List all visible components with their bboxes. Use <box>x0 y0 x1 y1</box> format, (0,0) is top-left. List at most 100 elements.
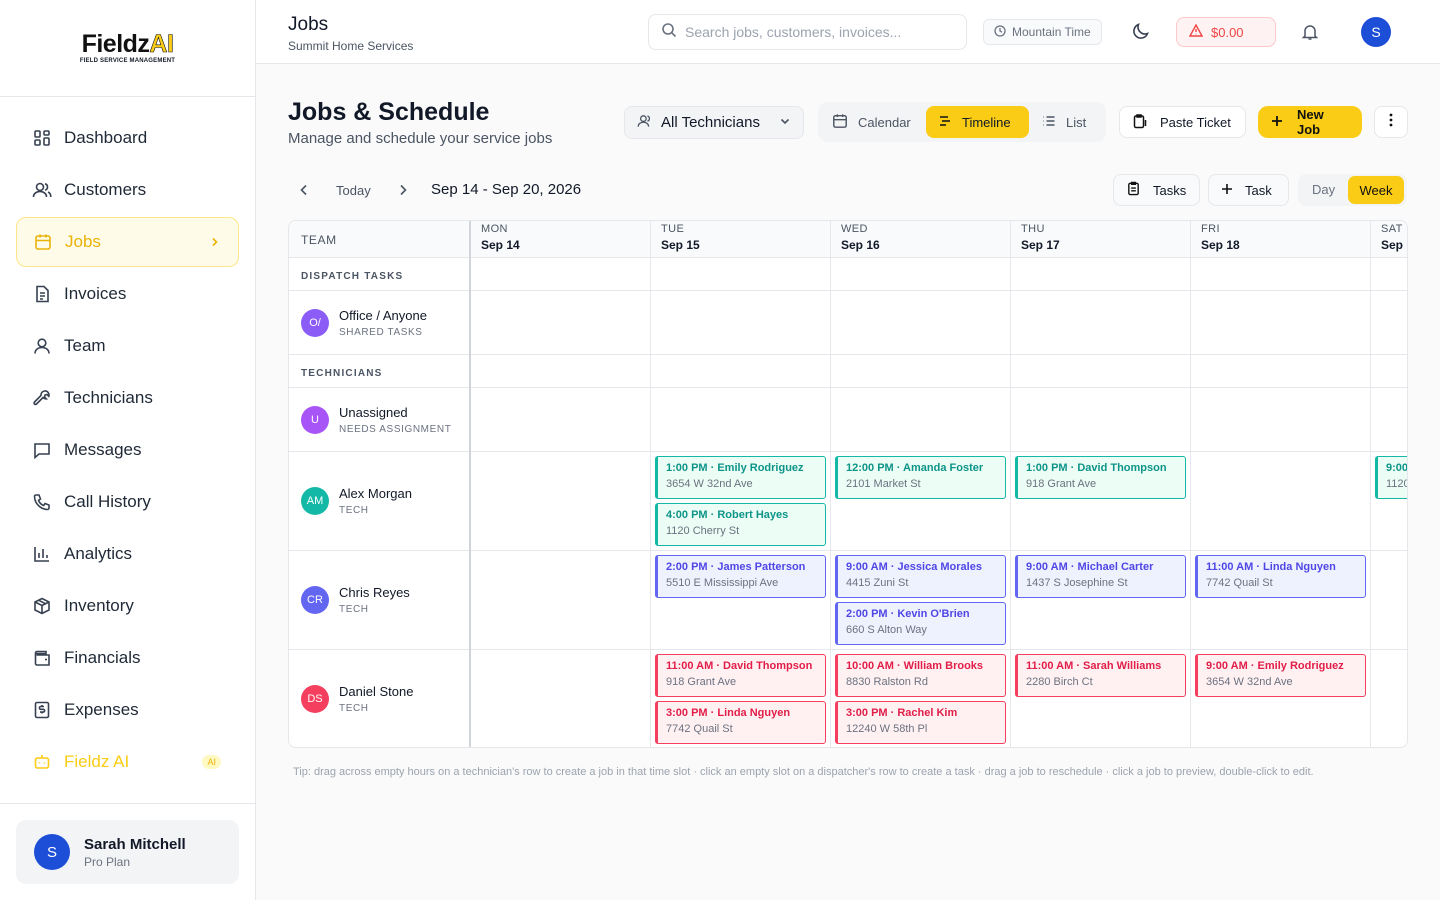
technician-filter-value: All Technicians <box>661 114 760 131</box>
tab-list[interactable]: List <box>1030 106 1098 138</box>
sidebar-item-inventory[interactable]: Inventory <box>16 581 239 631</box>
day-header-tue: TUE Sep 15 <box>661 223 700 252</box>
paste-ticket-button[interactable]: Paste Ticket <box>1119 106 1246 138</box>
row-name: Office / Anyone <box>339 308 427 323</box>
bell-icon[interactable] <box>1301 23 1319 46</box>
job-card[interactable]: 3:00 PM · Linda Nguyen 7742 Quail St <box>655 701 826 744</box>
row-name: Alex Morgan <box>339 486 412 501</box>
search-box[interactable] <box>648 14 967 50</box>
avatar[interactable]: S <box>1361 17 1391 47</box>
job-card[interactable]: 1:00 PM · David Thompson 918 Grant Ave <box>1015 456 1186 499</box>
sidebar-item-label: Customers <box>64 180 147 199</box>
job-card[interactable]: 11:00 AM · David Thompson 918 Grant Ave <box>655 654 826 697</box>
job-address: 2101 Market St <box>846 478 921 490</box>
technicians-section: TECHNICIANS <box>289 355 1407 388</box>
logo-text: Fieldz <box>81 30 150 58</box>
sidebar-item-dashboard[interactable]: Dashboard <box>16 113 239 163</box>
sidebar-item-financials[interactable]: Financials <box>16 633 239 683</box>
technician-filter-select[interactable]: All Technicians <box>624 106 804 139</box>
new-job-button[interactable]: New Job <box>1258 106 1362 138</box>
sidebar-item-technicians[interactable]: Technicians <box>16 373 239 423</box>
job-card[interactable]: 11:00 AM · Linda Nguyen 7742 Quail St <box>1195 555 1366 598</box>
balance-alert-button[interactable]: $0.00 <box>1176 17 1276 47</box>
sidebar-item-label: Fieldz AI <box>64 752 130 771</box>
day-date: Sep 19 <box>1381 238 1407 252</box>
job-card[interactable]: 9:00 AM · Michael Carter 1437 S Josephin… <box>1015 555 1186 598</box>
sidebar-item-jobs[interactable]: Jobs <box>16 217 239 267</box>
day-date: Sep 14 <box>481 238 520 252</box>
day-header-mon: MON Sep 14 <box>481 223 520 252</box>
dispatch-row[interactable]: O/ Office / Anyone SHARED TASKS <box>289 291 1407 355</box>
box-icon <box>32 596 52 616</box>
avatar: O/ <box>301 309 329 337</box>
calendar-icon <box>33 232 53 252</box>
chevron-left-icon[interactable] <box>297 182 311 203</box>
day-of-week: FRI <box>1201 223 1220 235</box>
job-address: 1120 <box>1386 478 1408 490</box>
sidebar-divider <box>0 803 256 804</box>
sidebar-item-invoices[interactable]: Invoices <box>16 269 239 319</box>
sidebar-item-analytics[interactable]: Analytics <box>16 529 239 579</box>
job-card[interactable]: 4:00 PM · Robert Hayes 1120 Cherry St <box>655 503 826 546</box>
job-card[interactable]: 12:00 PM · Amanda Foster 2101 Market St <box>835 456 1006 499</box>
job-title: 3:00 PM · Rachel Kim <box>846 707 958 719</box>
dashboard-icon <box>32 128 52 148</box>
top-bar: Jobs Summit Home Services Mountain Time … <box>256 0 1440 64</box>
logo-ai-text: AI <box>149 30 174 58</box>
unassigned-row[interactable]: U Unassigned NEEDS ASSIGNMENT <box>289 388 1407 452</box>
job-address: 3654 W 32nd Ave <box>666 478 753 490</box>
job-card[interactable]: 9:00 AM · Emily Rodriguez 3654 W 32nd Av… <box>1195 654 1366 697</box>
user-name: Sarah Mitchell <box>84 835 186 853</box>
job-address: 1120 Cherry St <box>666 525 740 537</box>
chevron-right-icon <box>210 232 220 252</box>
row-label: DS Daniel Stone TECH <box>301 684 413 714</box>
message-icon <box>32 440 52 460</box>
plus-icon <box>1221 183 1233 198</box>
avatar: U <box>301 406 329 434</box>
sidebar-item-label: Inventory <box>64 596 134 615</box>
sidebar-item-team[interactable]: Team <box>16 321 239 371</box>
timezone-badge[interactable]: Mountain Time <box>983 19 1102 45</box>
tab-day[interactable]: Day <box>1312 182 1335 197</box>
job-address: 5510 E Mississippi Ave <box>666 577 779 589</box>
logo[interactable]: FieldzAI FIELD SERVICE MANAGEMENT <box>0 0 255 97</box>
search-icon <box>661 22 677 43</box>
sidebar-item-label: Financials <box>64 648 141 667</box>
sidebar-item-call-history[interactable]: Call History <box>16 477 239 527</box>
more-options-button[interactable] <box>1374 106 1408 138</box>
sidebar-item-messages[interactable]: Messages <box>16 425 239 475</box>
job-card[interactable]: 2:00 PM · Kevin O'Brien 660 S Alton Way <box>835 602 1006 645</box>
user-profile-card[interactable]: S Sarah Mitchell Pro Plan <box>16 820 239 884</box>
job-title: 9:00 AM · Jessica Morales <box>846 561 982 573</box>
job-card[interactable]: 3:00 PM · Rachel Kim 12240 W 58th Pl <box>835 701 1006 744</box>
job-card[interactable]: 9:00 1120 <box>1375 456 1408 499</box>
tab-timeline[interactable]: Timeline <box>926 106 1029 138</box>
day-date: Sep 15 <box>661 238 700 252</box>
add-task-button[interactable]: Task <box>1208 174 1289 206</box>
tab-week[interactable]: Week <box>1348 176 1404 204</box>
tab-calendar[interactable]: Calendar <box>820 106 923 138</box>
chevron-right-icon[interactable] <box>396 182 410 203</box>
dispatch-tasks-section: DISPATCH TASKS <box>289 258 1407 291</box>
users-icon <box>637 113 653 133</box>
topbar-subtitle: Summit Home Services <box>288 39 414 53</box>
job-card[interactable]: 11:00 AM · Sarah Williams 2280 Birch Ct <box>1015 654 1186 697</box>
search-input[interactable] <box>685 24 945 40</box>
job-card[interactable]: 10:00 AM · William Brooks 8830 Ralston R… <box>835 654 1006 697</box>
moon-icon[interactable] <box>1131 21 1151 46</box>
sidebar-item-customers[interactable]: Customers <box>16 165 239 215</box>
today-button[interactable]: Today <box>336 183 371 198</box>
day-divider <box>1010 221 1011 747</box>
job-title: 9:00 AM · Michael Carter <box>1026 561 1154 573</box>
avatar: CR <box>301 586 329 614</box>
sidebar-item-fieldz-ai[interactable]: Fieldz AI AI <box>16 737 239 787</box>
tasks-button[interactable]: Tasks <box>1113 174 1200 206</box>
sidebar-item-expenses[interactable]: Expenses <box>16 685 239 735</box>
row-name: Chris Reyes <box>339 585 410 600</box>
sidebar-item-label: Expenses <box>64 700 139 719</box>
job-card[interactable]: 1:00 PM · Emily Rodriguez 3654 W 32nd Av… <box>655 456 826 499</box>
job-card[interactable]: 2:00 PM · James Patterson 5510 E Mississ… <box>655 555 826 598</box>
job-card[interactable]: 9:00 AM · Jessica Morales 4415 Zuni St <box>835 555 1006 598</box>
job-address: 7742 Quail St <box>1206 577 1273 589</box>
day-of-week: WED <box>841 223 868 235</box>
